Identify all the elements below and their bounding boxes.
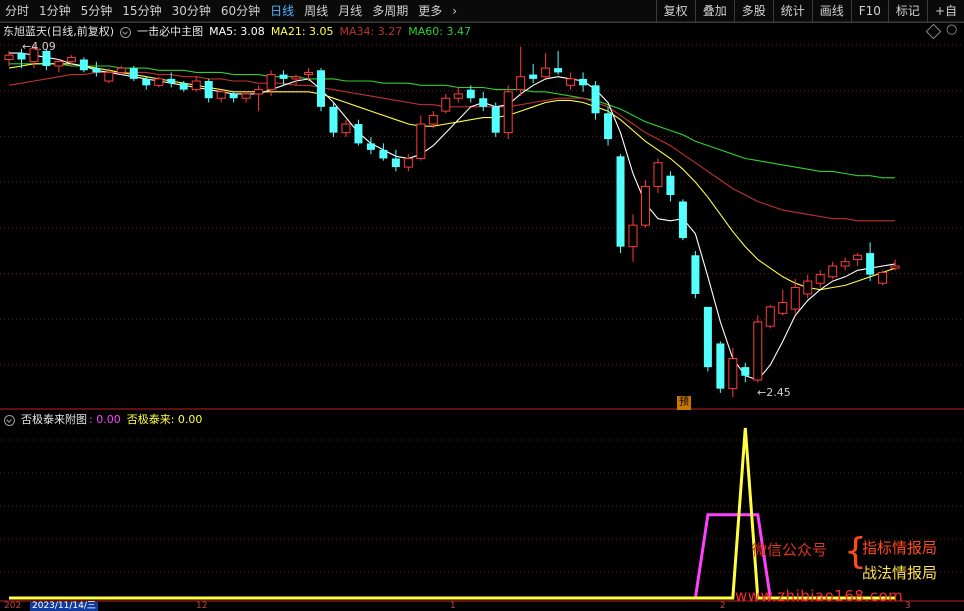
candle-body-up xyxy=(640,185,650,226)
candle-body-down xyxy=(616,156,625,247)
candle-body-up xyxy=(828,265,838,278)
candle-body-down xyxy=(579,78,588,86)
candle-body-down xyxy=(229,93,238,99)
candle-body-up xyxy=(765,306,775,327)
ma21-line xyxy=(8,63,896,291)
candle-body-down xyxy=(491,106,500,133)
candle-body-up xyxy=(778,302,788,314)
candle-body-up xyxy=(441,97,451,112)
x-axis-year-partial: 202 xyxy=(4,601,22,611)
candle-body-up xyxy=(341,123,351,134)
candle-body-up xyxy=(66,56,76,63)
candle-body-down xyxy=(391,158,400,168)
low-price-label: ←2.45 xyxy=(757,386,791,399)
candle-body-up xyxy=(403,157,413,168)
candle-body-down xyxy=(678,201,687,239)
candle-body-up xyxy=(653,162,663,187)
high-arrow-icon: ← xyxy=(22,40,32,53)
candle-body-down xyxy=(204,81,213,99)
low-arrow-icon: ← xyxy=(757,386,767,399)
candle-body-down xyxy=(42,50,51,66)
watermark-line-2: 战法情报局 xyxy=(862,564,938,582)
candle-body-up xyxy=(104,71,114,82)
x-axis-label-2: 2 xyxy=(720,601,726,611)
candle-body-down xyxy=(142,78,151,86)
candle-body-down xyxy=(741,367,750,376)
candle-body-up xyxy=(291,76,301,80)
candle-body-up xyxy=(890,265,900,269)
candle-body-up xyxy=(803,280,813,295)
candle-body-up xyxy=(266,74,276,91)
forecast-badge[interactable]: 预 xyxy=(677,396,691,410)
candle-body-down xyxy=(529,74,538,79)
candle-body-up xyxy=(154,78,164,86)
candle-body-down xyxy=(466,89,475,99)
candle-body-up xyxy=(728,358,738,390)
candle-body-up xyxy=(416,123,426,159)
candle-body-up xyxy=(428,114,438,125)
x-axis-label-1: 1 xyxy=(450,601,456,611)
candle-body-down xyxy=(479,98,488,107)
candle-body-down xyxy=(179,83,188,90)
candle-body-up xyxy=(453,93,463,99)
candle-body-up xyxy=(116,67,126,73)
candle-body-up xyxy=(4,54,14,61)
candle-body-down xyxy=(129,68,138,79)
watermark-wechat: 微信公众号 xyxy=(752,541,828,559)
candle-body-down xyxy=(703,306,712,368)
candle-body-up xyxy=(566,78,576,86)
kline-chart[interactable] xyxy=(0,0,964,611)
candle-body-down xyxy=(591,85,600,114)
candle-body-up xyxy=(541,67,551,78)
ma34-line xyxy=(8,71,896,222)
candle-body-down xyxy=(379,149,388,159)
candle-body-down xyxy=(716,343,725,389)
candle-body-down xyxy=(366,143,375,150)
candle-body-up xyxy=(54,61,64,67)
high-price-label: ←4.09 xyxy=(22,40,56,53)
candle-body-down xyxy=(279,74,288,79)
candle-body-down xyxy=(604,113,613,140)
candle-body-down xyxy=(167,78,176,84)
candle-body-up xyxy=(241,93,251,99)
ma60-line xyxy=(9,63,896,179)
candle-body-down xyxy=(691,255,700,294)
candle-body-down xyxy=(79,59,88,71)
candle-body-up xyxy=(216,91,226,99)
date-cursor-label: 2023/11/14/三 xyxy=(30,601,98,611)
watermark-url: www.zhibiao168.com xyxy=(735,587,904,605)
candle-body-up xyxy=(304,71,314,76)
candle-body-down xyxy=(354,124,363,144)
candle-body-up xyxy=(254,89,264,95)
candle-body-up xyxy=(815,274,825,284)
candle-body-down xyxy=(554,68,563,73)
candle-body-down xyxy=(666,175,675,196)
candle-body-up xyxy=(878,271,888,284)
x-axis-label-3: 3 xyxy=(905,601,911,611)
candle-body-up xyxy=(790,287,800,310)
candle-body-down xyxy=(329,106,338,133)
candle-body-up xyxy=(853,254,863,261)
candle-body-up xyxy=(503,91,513,134)
candle-body-up xyxy=(628,224,638,248)
candle-body-up xyxy=(840,261,850,267)
watermark-line-1: 指标情报局 xyxy=(862,539,938,557)
candle-body-down xyxy=(866,253,875,275)
candle-body-down xyxy=(317,70,325,107)
x-axis-label-12: 12 xyxy=(196,601,208,611)
candle-body-up xyxy=(191,80,201,91)
candle-body-up xyxy=(516,76,526,91)
candle-body-down xyxy=(17,53,26,60)
candle-body-down xyxy=(92,68,101,73)
candle-body-up xyxy=(753,321,763,381)
